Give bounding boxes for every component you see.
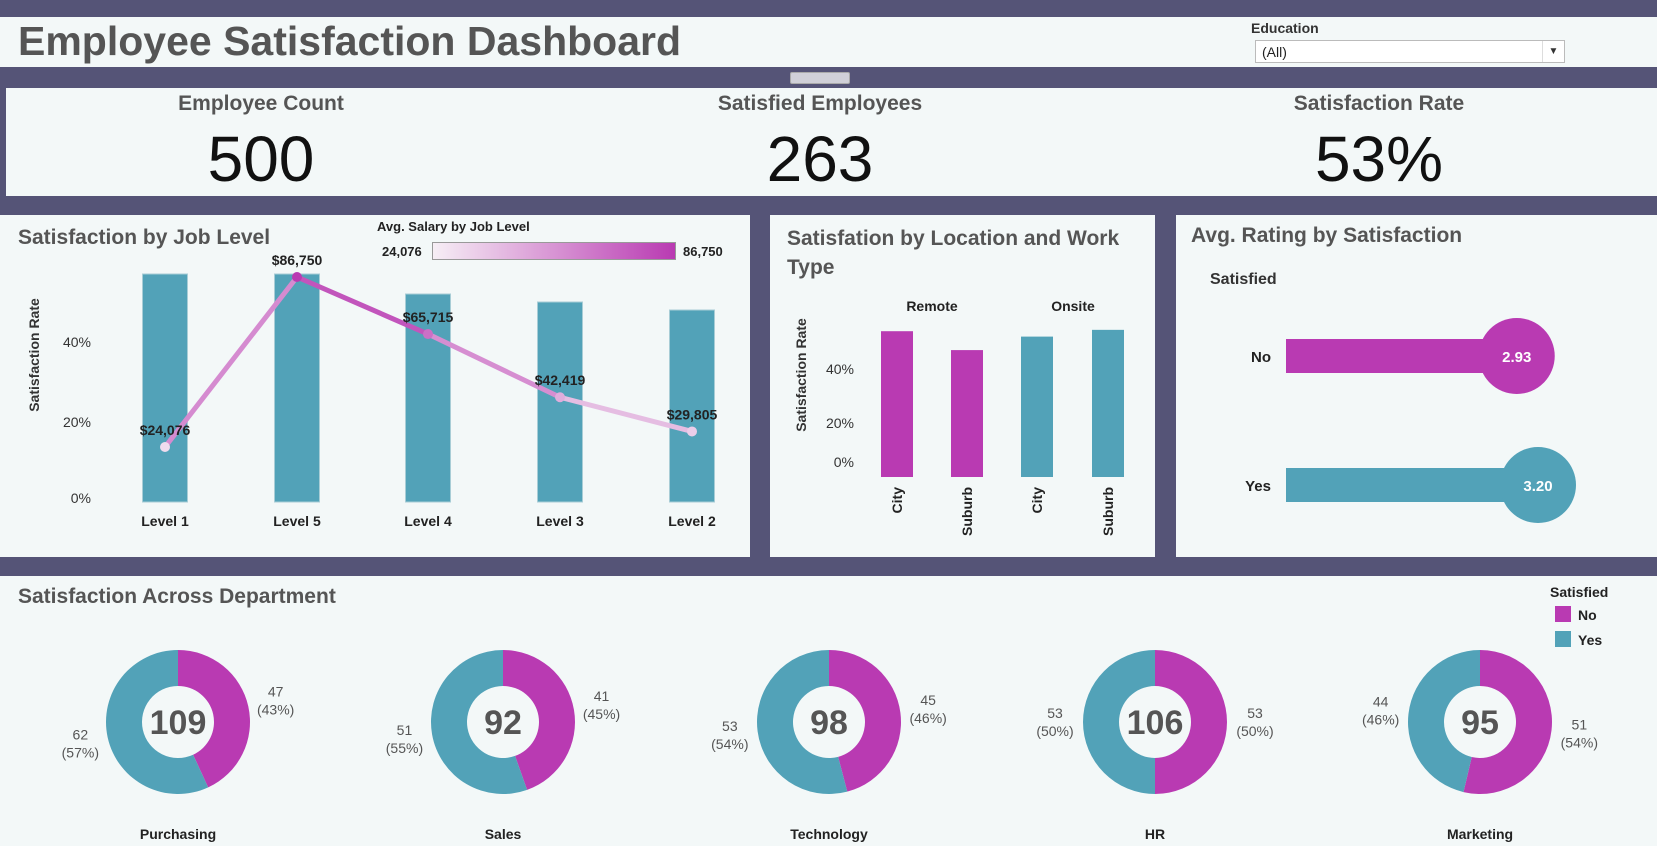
salary-data-label: $86,750: [272, 252, 323, 268]
location-chart: Satisfaction Rate 0% 20% 40% Remote Onsite Cit…: [793, 298, 1124, 536]
location-bar: [951, 350, 983, 477]
donut-total-label: 109: [150, 704, 207, 742]
location-category-label: Suburb: [1100, 487, 1116, 536]
rating-category-label: Yes: [1245, 478, 1271, 495]
donut-yes-pct: (46%): [1362, 711, 1399, 727]
salary-data-label: $65,715: [403, 309, 454, 325]
education-filter-dropdown[interactable]: (All) ▼: [1255, 40, 1565, 63]
job-level-category-label: Level 4: [404, 513, 452, 529]
donut-yes-pct: (55%): [386, 740, 423, 756]
location-category-label: City: [889, 487, 905, 514]
donut-yes-count: 62: [73, 726, 89, 742]
location-bar: [1092, 329, 1124, 477]
education-filter-value: (All): [1262, 44, 1287, 60]
salary-data-label: $29,805: [667, 406, 718, 422]
donut-yes-count: 44: [1373, 693, 1389, 709]
donut-no-pct: (43%): [257, 702, 294, 718]
job-level-category-label: Level 1: [141, 513, 189, 529]
job-level-y-tick: 0%: [71, 490, 91, 506]
donut-yes-pct: (50%): [1036, 723, 1073, 739]
donut-yes-pct: (57%): [62, 744, 99, 760]
donut-yes-pct: (54%): [711, 736, 748, 752]
salary-data-label: $24,076: [140, 422, 191, 438]
donut-total-label: 98: [810, 704, 848, 742]
donut-no-pct: (46%): [909, 710, 946, 726]
employee-count-value: 500: [207, 123, 315, 195]
location-bar: [881, 331, 913, 477]
job-level-y-tick: 20%: [63, 414, 91, 430]
donut-total-label: 95: [1461, 704, 1499, 742]
donut-yes-count: 53: [1047, 705, 1063, 721]
rating-value-label: 2.93: [1502, 349, 1531, 366]
chevron-down-icon[interactable]: ▼: [1542, 41, 1564, 62]
location-group-label: Onsite: [1051, 298, 1095, 314]
location-y-tick: 20%: [826, 415, 854, 431]
salary-point: [555, 392, 565, 403]
resize-grip-handle[interactable]: [790, 72, 850, 84]
education-filter-label: Education: [1251, 20, 1319, 36]
job-level-y-tick: 40%: [63, 334, 91, 350]
dashboard-title: Employee Satisfaction Dashboard: [18, 18, 682, 64]
rating-value-label: 3.20: [1523, 478, 1552, 495]
department-name-label: HR: [1145, 826, 1165, 842]
employee-count-label: Employee Count: [178, 92, 344, 115]
salary-data-label: $42,419: [535, 372, 586, 388]
donut-total-label: 92: [484, 704, 522, 742]
salary-point: [423, 329, 433, 340]
location-y-axis-label: Satisfaction Rate: [793, 318, 809, 432]
location-category-label: City: [1029, 487, 1045, 514]
job-level-category-label: Level 3: [536, 513, 584, 529]
salary-point: [687, 426, 697, 437]
donut-yes-count: 53: [722, 718, 738, 734]
job-level-bar: [142, 273, 188, 503]
donut-no-count: 53: [1247, 705, 1263, 721]
donut-no-count: 45: [920, 692, 936, 708]
satisfied-employees-value: 263: [766, 123, 874, 195]
location-y-tick: 40%: [826, 361, 854, 377]
rating-category-label: No: [1251, 349, 1271, 366]
department-name-label: Technology: [790, 826, 868, 842]
location-category-label: Suburb: [959, 487, 975, 536]
location-bar: [1021, 336, 1053, 477]
donut-no-count: 47: [268, 684, 284, 700]
donut-no-pct: (54%): [1561, 735, 1598, 751]
satisfaction-rate-label: Satisfaction Rate: [1293, 92, 1465, 115]
salary-point: [160, 442, 170, 452]
rating-chart: 2.93 No 3.20 Yes: [1245, 318, 1576, 523]
donut-total-label: 106: [1127, 704, 1184, 742]
salary-point: [292, 272, 302, 282]
location-y-tick: 0%: [834, 454, 854, 470]
donut-yes-count: 51: [397, 722, 413, 738]
satisfied-employees-label: Satisfied Employees: [717, 92, 923, 115]
department-name-label: Purchasing: [140, 826, 216, 842]
donut-no-count: 51: [1572, 717, 1588, 733]
job-level-category-label: Level 5: [273, 513, 321, 529]
job-level-category-label: Level 2: [668, 513, 716, 529]
job-level-chart: Satisfaction Rate 0% 20% 40% Level 1 Level 5 L…: [26, 252, 718, 529]
donut-no-pct: (50%): [1236, 723, 1273, 739]
department-name-label: Sales: [485, 826, 522, 842]
donut-no-count: 41: [594, 688, 610, 704]
satisfaction-rate-value: 53%: [1314, 123, 1444, 195]
job-level-y-axis-label: Satisfaction Rate: [26, 298, 42, 412]
job-level-bar: [274, 273, 320, 503]
location-group-label: Remote: [906, 298, 958, 314]
department-name-label: Marketing: [1447, 826, 1513, 842]
donut-no-pct: (45%): [583, 706, 620, 722]
department-chart: 109 47 (43%) 62 (57%) Purchasing 92 41 (45%) 51 (5…: [62, 650, 1598, 842]
